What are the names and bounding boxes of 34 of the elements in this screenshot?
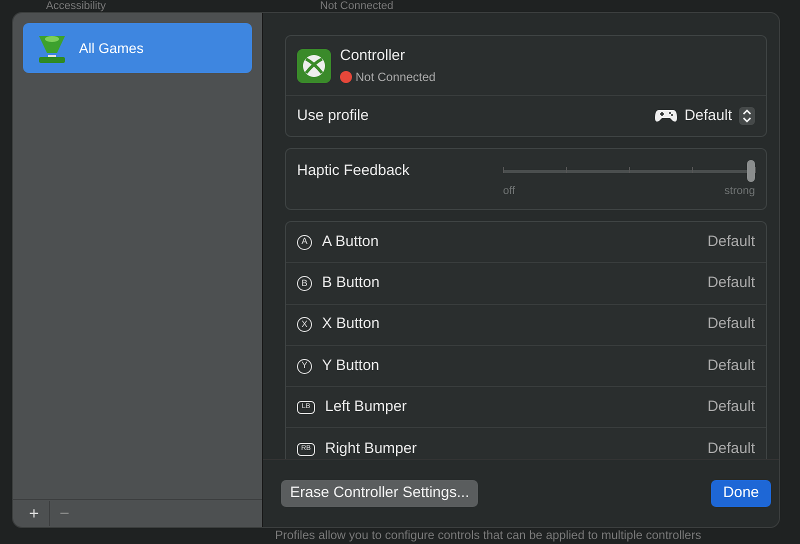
mapping-label: A Button (322, 232, 379, 252)
mapping-value[interactable]: Default (707, 272, 755, 295)
slider-min-label: off (503, 184, 516, 199)
xbox-logo-icon (297, 48, 331, 82)
mapping-value[interactable]: Default (707, 230, 755, 254)
footer-note: Profiles allow you to configure controls that can be applied to multiple controllers (274, 528, 702, 542)
mapping-label: Left Bumper (325, 397, 407, 418)
sidebar-item[interactable]: Accessibility (0, 0, 240, 12)
setting-label: Use profile (297, 106, 369, 126)
button-glyph-icon: Y (297, 358, 312, 374)
mapping-label: X Button (322, 314, 380, 334)
mapping-label: Right Bumper (325, 438, 417, 459)
button-glyph-icon: X (297, 317, 312, 332)
button-glyph-icon: A (297, 234, 312, 250)
mapping-value[interactable]: Default (707, 396, 755, 419)
controller-name: Controller (340, 46, 406, 66)
slider-max-label: strong (724, 184, 755, 199)
status-text: Not Connected (356, 68, 436, 86)
mapping-label: Y Button (322, 356, 380, 376)
add-button[interactable]: + (19, 500, 49, 526)
gamepad-icon (655, 109, 678, 123)
sidebar-item[interactable]: All Games (23, 23, 252, 73)
status-text: Not Connected (319, 0, 394, 12)
slider-thumb[interactable] (747, 160, 755, 182)
button-glyph-icon: B (297, 276, 312, 291)
setting-label: Haptic Feedback (297, 161, 411, 181)
mapping-value[interactable]: Default (707, 313, 755, 336)
mapping-label: B Button (322, 273, 380, 294)
profile-popup[interactable]: Default (655, 102, 755, 130)
haptic-slider[interactable] (503, 160, 755, 182)
done-button[interactable]: Done (711, 480, 771, 507)
erase-settings-button[interactable]: Erase Controller Settings... (281, 480, 478, 507)
mapping-value[interactable]: Default (707, 438, 755, 459)
mapping-value[interactable]: Default (707, 354, 755, 378)
